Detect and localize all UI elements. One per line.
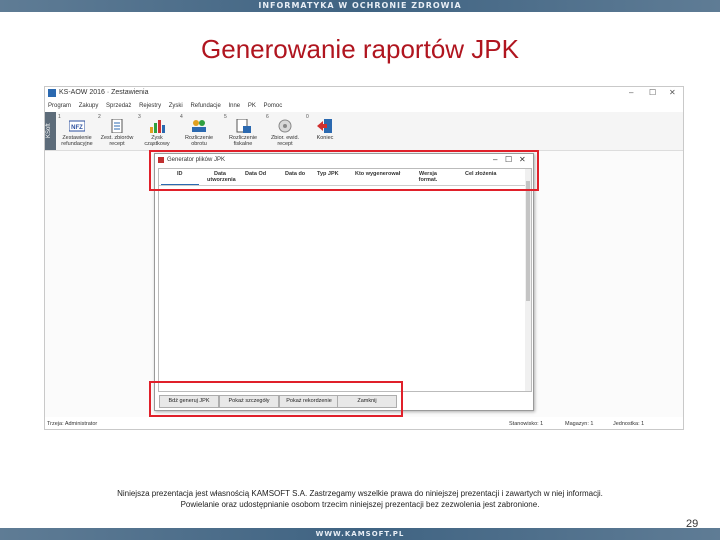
scrollbar-thumb[interactable] <box>526 181 530 301</box>
menu-inne[interactable]: Inne <box>228 103 240 109</box>
ribbon-label: Koniec <box>316 135 334 141</box>
ribbon-label: cząstkowy <box>144 141 170 147</box>
archive-icon <box>278 119 292 133</box>
ribbon-shortcut-number: 4 <box>180 114 183 120</box>
exit-icon <box>317 119 332 133</box>
status-station: Stanowisko: 1 <box>509 421 544 427</box>
highlight-frame-buttons <box>149 381 403 417</box>
slide-title: Generowanie raportów JPK <box>201 34 519 64</box>
minimize-button[interactable]: – <box>629 87 633 99</box>
menu-zakupy[interactable]: Zakupy <box>79 103 99 109</box>
status-unit: Jednostka: 1 <box>613 421 645 427</box>
menu-sprzedaz[interactable]: Sprzedaż <box>106 103 131 109</box>
side-tab[interactable]: KSoft <box>45 112 56 150</box>
ribbon-shortcut-number: 5 <box>224 114 227 120</box>
ribbon-toolbar: KSoft 1 NFZ Zestawienie refundacyjne 2 Ze… <box>45 112 683 151</box>
bottom-banner: WWW.KAMSOFT.PL <box>0 528 720 540</box>
ribbon-shortcut-number: 3 <box>138 114 141 120</box>
top-banner-text: INFORMATYKA W OCHRONIE ZDROWIA <box>258 1 462 10</box>
ribbon-label: obrotu <box>191 141 207 147</box>
app-icon <box>48 89 56 97</box>
ribbon-shortcut-number: 0 <box>306 114 309 120</box>
ribbon-label: recept <box>109 141 125 147</box>
status-bar: Trzeja: Administrator Stanowisko: 1 Maga… <box>45 419 683 429</box>
chart-icon <box>150 120 165 133</box>
app-titlebar: KS-AOW 2016 · Zestawienia – ☐ ✕ <box>45 87 683 99</box>
document-icon <box>111 119 123 133</box>
top-banner: INFORMATYKA W OCHRONIE ZDROWIA <box>0 0 720 12</box>
menu-refundacje[interactable]: Refundacje <box>190 103 220 109</box>
close-button[interactable]: ✕ <box>669 87 676 99</box>
svg-text:NFZ: NFZ <box>71 125 83 131</box>
footer-line-1: Niniejsza prezentacja jest własnością KA… <box>117 489 603 498</box>
ribbon-button-rozliczenie-obrotu[interactable]: 4 Rozliczenie obrotu <box>179 114 219 148</box>
menu-pomoc[interactable]: Pomoc <box>264 103 283 109</box>
menu-pk[interactable]: PK <box>248 103 256 109</box>
app-title: KS-AOW 2016 · Zestawienia <box>59 89 149 96</box>
nfz-icon: NFZ <box>69 120 85 132</box>
ribbon-label: recept <box>277 141 293 147</box>
people-icon <box>192 120 206 132</box>
ribbon-shortcut-number: 1 <box>58 114 61 120</box>
ribbon-button-koniec[interactable]: 0 Koniec <box>305 114 345 148</box>
bottom-banner-text: WWW.KAMSOFT.PL <box>315 530 405 538</box>
status-warehouse: Magazyn: 1 <box>565 421 594 427</box>
jpk-generator-dialog: Generator plików JPK – ☐ ✕ ID Data utwor… <box>154 153 534 411</box>
ribbon-label: refundacyjne <box>61 141 93 147</box>
ribbon-shortcut-number: 6 <box>266 114 269 120</box>
vertical-scrollbar[interactable] <box>525 169 531 391</box>
menu-zyski[interactable]: Zyski <box>169 103 183 109</box>
ribbon-button-rozliczenie-fiskalne[interactable]: 5 Rozliczenie fiskalne <box>223 114 263 148</box>
footer-note: Niniejsza prezentacja jest własnością KA… <box>40 488 680 510</box>
menu-bar: Program Zakupy Sprzedaż Rejestry Zyski R… <box>45 101 683 111</box>
ribbon-button-zestawienie-recept[interactable]: 2 Zest. zbiorów recept <box>97 114 137 148</box>
jpk-files-table[interactable]: ID Data utworzenia Data Od Data do Typ J… <box>158 168 532 392</box>
menu-rejestry[interactable]: Rejestry <box>139 103 161 109</box>
side-tab-label: KSoft <box>46 123 52 138</box>
ribbon-button-zysk[interactable]: 3 Zysk cząstkowy <box>137 114 177 148</box>
status-user: Trzeja: Administrator <box>47 421 98 427</box>
footer-line-2: Powielanie oraz udostępnianie osobom trz… <box>180 500 540 509</box>
ribbon-button-zestawienie-refundacyjne[interactable]: 1 NFZ Zestawienie refundacyjne <box>57 114 97 148</box>
menu-program[interactable]: Program <box>48 103 71 109</box>
ribbon-button-zbiorcza-ewidencja-recept[interactable]: 6 Zbior. ewid. recept <box>265 114 305 148</box>
maximize-button[interactable]: ☐ <box>649 87 656 99</box>
ribbon-label: fiskalne <box>233 141 253 147</box>
ribbon-shortcut-number: 2 <box>98 114 101 120</box>
tax-document-icon <box>236 119 251 133</box>
highlight-frame-columns <box>149 150 539 191</box>
